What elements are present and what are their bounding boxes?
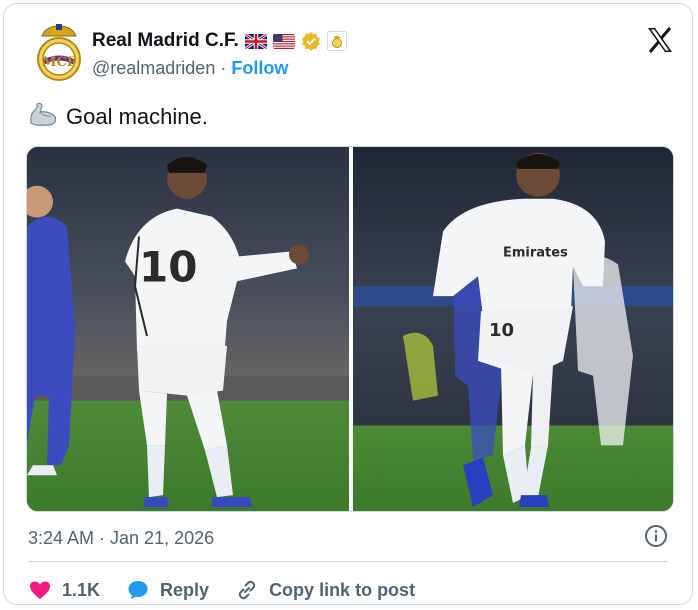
- svg-text:Emirates: Emirates: [503, 245, 568, 260]
- action-bar: 1.1K Reply Copy link to post: [28, 574, 441, 604]
- separator: ·: [220, 58, 227, 78]
- info-icon[interactable]: [644, 524, 668, 548]
- us-flag-icon: [272, 33, 295, 49]
- heart-icon: [30, 581, 50, 599]
- display-name[interactable]: Real Madrid C.F.: [92, 30, 239, 52]
- flexed-biceps-icon: [28, 101, 58, 133]
- speech-bubble-icon: [128, 581, 148, 599]
- tweet-text: Goal machine.: [28, 101, 208, 133]
- photo-left[interactable]: 10: [27, 147, 349, 511]
- svg-text:10: 10: [489, 320, 514, 341]
- svg-text:MCF: MCF: [42, 55, 77, 70]
- follow-button[interactable]: Follow: [231, 58, 288, 78]
- handle[interactable]: @realmadriden: [92, 58, 215, 78]
- uk-flag-icon: [244, 33, 267, 49]
- link-icon: [238, 580, 256, 600]
- tweet-body: Goal machine.: [66, 104, 208, 129]
- real-madrid-crest-icon: MCF: [37, 24, 81, 81]
- avatar[interactable]: MCF: [32, 24, 86, 82]
- divider: [28, 561, 668, 562]
- timestamp[interactable]: 3:24 AM · Jan 21, 2026: [28, 528, 214, 549]
- reply-label: Reply: [160, 579, 210, 600]
- name-row: Real Madrid C.F.: [92, 30, 347, 52]
- x-logo-icon[interactable]: [646, 26, 674, 54]
- like-button[interactable]: 1.1K: [28, 578, 100, 602]
- copy-link-button[interactable]: Copy link to post: [235, 578, 415, 602]
- copy-link-label: Copy link to post: [269, 579, 416, 600]
- tweet-card: MCF Real Madrid C.F. @realmadriden · Fol…: [3, 3, 693, 605]
- handle-row: @realmadriden · Follow: [92, 58, 288, 79]
- verified-badge-icon[interactable]: [301, 31, 321, 51]
- media-grid: 10 Emirates 10: [26, 146, 674, 512]
- affiliate-badge-icon[interactable]: [326, 31, 347, 51]
- tweet-header: MCF Real Madrid C.F. @realmadriden · Fol…: [32, 24, 682, 84]
- like-count: 1.1K: [62, 579, 101, 600]
- photo-right[interactable]: Emirates 10: [353, 147, 673, 511]
- svg-text:10: 10: [139, 242, 197, 291]
- reply-button[interactable]: Reply: [126, 578, 209, 602]
